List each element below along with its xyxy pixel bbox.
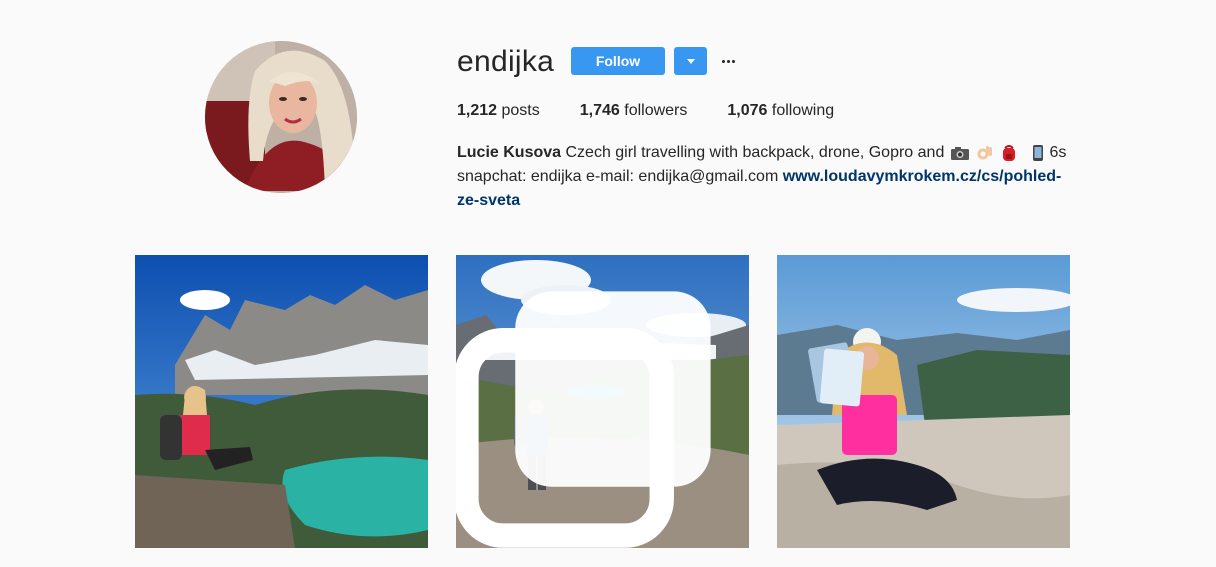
backpack-icon xyxy=(1002,144,1015,161)
profile-bio: Lucie Kusova Czech girl travelling with … xyxy=(457,141,1077,213)
post-image xyxy=(135,255,428,548)
suggestions-dropdown-button[interactable] xyxy=(674,47,707,75)
more-options-button[interactable] xyxy=(717,50,739,72)
bio-phone-model: 6s xyxy=(1049,144,1067,161)
mobile-phone-icon xyxy=(1033,144,1044,161)
avatar-image xyxy=(205,41,357,193)
followers-link[interactable]: 1,746 followers xyxy=(580,101,688,121)
ok-hand-icon xyxy=(977,145,993,160)
more-options-icon xyxy=(721,59,725,63)
chevron-down-icon xyxy=(686,58,695,64)
profile-avatar[interactable] xyxy=(205,41,357,193)
post-thumbnail-2[interactable] xyxy=(456,255,749,548)
multiple-photos-icon xyxy=(456,291,711,548)
profile-username: endijka xyxy=(457,45,555,78)
following-link[interactable]: 1,076 following xyxy=(727,101,834,121)
post-image xyxy=(777,255,1070,548)
bio-contact: snapchat: endijka e-mail: endijka@gmail.… xyxy=(457,168,779,185)
full-name: Lucie Kusova xyxy=(457,144,562,161)
post-thumbnail-1[interactable] xyxy=(135,255,428,548)
profile-stats: 1,212 posts 1,746 followers 1,076 follow… xyxy=(457,101,874,121)
bio-text: Czech girl travelling with backpack, dro… xyxy=(565,144,945,161)
posts-count: 1,212 posts xyxy=(457,102,540,119)
camera-icon xyxy=(950,146,969,160)
post-thumbnail-3[interactable] xyxy=(777,255,1070,548)
follow-button[interactable]: Follow xyxy=(571,47,665,75)
